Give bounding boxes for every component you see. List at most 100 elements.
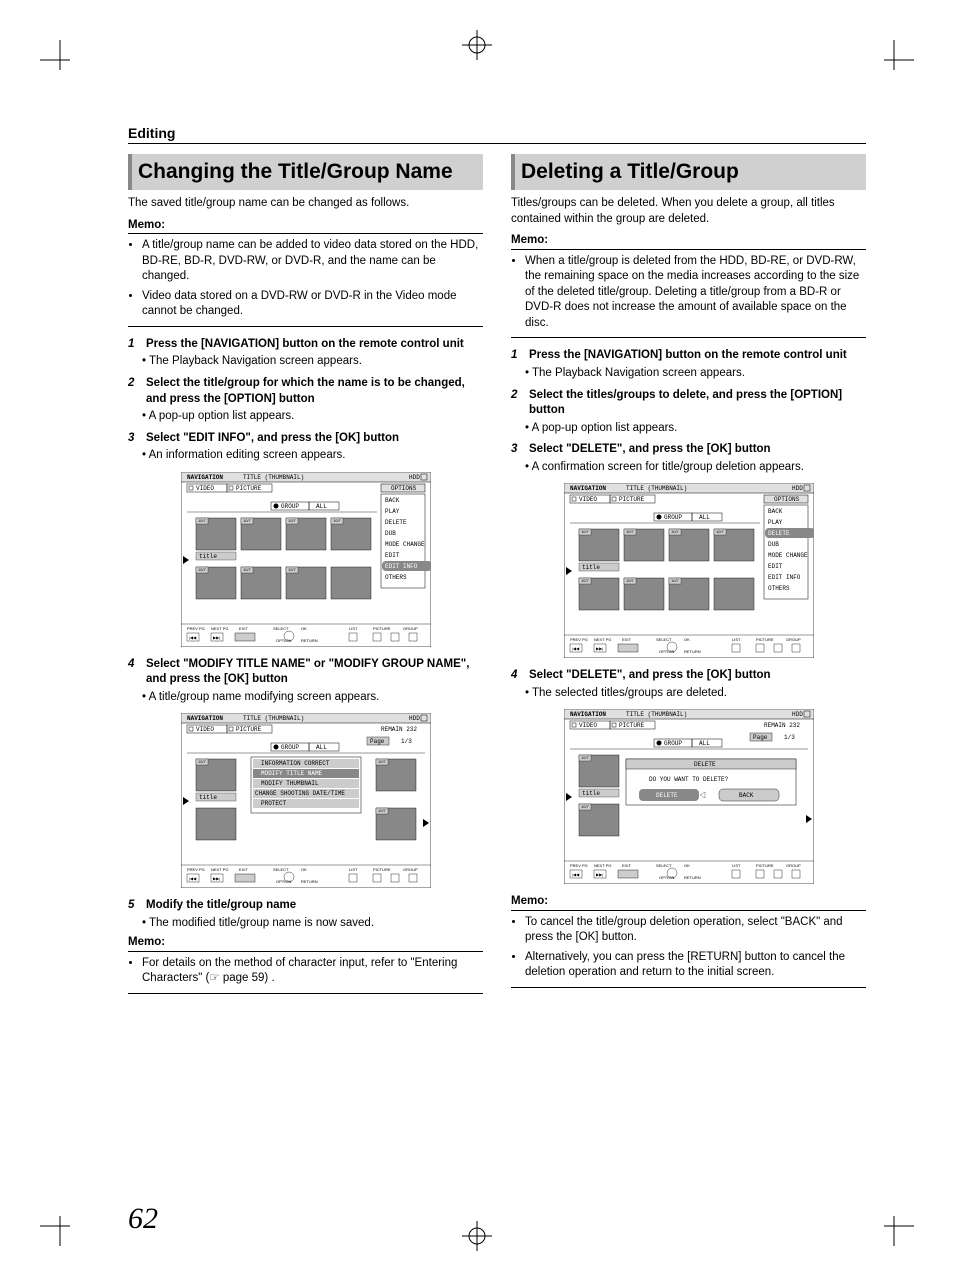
heading-change-title: Changing the Title/Group Name <box>128 154 483 190</box>
svg-text:HDD: HDD <box>409 474 420 481</box>
svg-text:INFORMATION CORRECT: INFORMATION CORRECT <box>261 760 330 767</box>
svg-text:|◀◀: |◀◀ <box>189 876 197 881</box>
svg-text:title: title <box>582 790 600 797</box>
step-text: Select "DELETE", and press the [OK] butt… <box>529 442 771 458</box>
svg-text:▶▶|: ▶▶| <box>213 876 220 881</box>
step-text: Select the title/group for which the nam… <box>146 376 483 407</box>
step-3: 3Select "EDIT INFO", and press the [OK] … <box>128 431 483 447</box>
svg-text:DELETE: DELETE <box>768 530 790 537</box>
svg-text:TITLE (THUMBNAIL): TITLE (THUMBNAIL) <box>243 474 304 481</box>
memo-rule <box>511 910 866 911</box>
svg-text:LIST: LIST <box>349 867 358 872</box>
svg-text:DUB: DUB <box>385 530 396 537</box>
step-num: 2 <box>511 388 523 419</box>
page-number: 62 <box>128 1202 158 1236</box>
svg-text:ALL: ALL <box>699 514 710 521</box>
svg-text:PREV PG: PREV PG <box>187 626 205 631</box>
svg-text:10/7: 10/7 <box>198 518 207 523</box>
svg-text:REMAIN 232: REMAIN 232 <box>764 722 800 729</box>
step-4: 4Select "MODIFY TITLE NAME" or "MODIFY G… <box>128 657 483 688</box>
step-text: Select the titles/groups to delete, and … <box>529 388 866 419</box>
crop-mark-br <box>874 1206 914 1246</box>
svg-text:LIST: LIST <box>732 863 741 868</box>
svg-text:10/7: 10/7 <box>378 808 387 813</box>
svg-text:RETURN: RETURN <box>301 879 318 884</box>
svg-text:DELETE: DELETE <box>385 519 407 526</box>
svg-text:PLAY: PLAY <box>768 519 783 526</box>
memo-list: For details on the method of character i… <box>128 956 483 987</box>
svg-text:1/3: 1/3 <box>784 734 795 741</box>
step-note: The Playback Navigation screen appears. <box>525 366 866 382</box>
svg-text:10/7: 10/7 <box>333 518 342 523</box>
svg-text:OK: OK <box>684 863 690 868</box>
svg-text:PICTURE: PICTURE <box>619 496 645 503</box>
svg-text:OTHERS: OTHERS <box>768 585 790 592</box>
svg-text:NEXT PG: NEXT PG <box>211 626 229 631</box>
svg-text:DUB: DUB <box>768 541 779 548</box>
svg-text:RETURN: RETURN <box>301 638 318 643</box>
svg-text:GROUP: GROUP <box>281 503 299 510</box>
step-5: 5Modify the title/group name <box>128 898 483 914</box>
svg-text:▶▶|: ▶▶| <box>596 872 603 877</box>
memo-item: For details on the method of character i… <box>142 956 483 987</box>
svg-text:SELECT: SELECT <box>656 637 672 642</box>
step-note: An information editing screen appears. <box>142 448 483 464</box>
svg-text:title: title <box>199 553 217 560</box>
svg-text:RETURN: RETURN <box>684 649 701 654</box>
step-num: 3 <box>128 431 140 447</box>
svg-text:GROUP: GROUP <box>281 744 299 751</box>
svg-text:NEXT PG: NEXT PG <box>594 637 612 642</box>
section-header: Editing <box>128 125 866 144</box>
step-text: Press the [NAVIGATION] button on the rem… <box>529 348 847 364</box>
svg-text:PLAY: PLAY <box>385 508 400 515</box>
svg-text:OPTION: OPTION <box>659 649 674 654</box>
svg-text:GROUP: GROUP <box>786 637 801 642</box>
step-1: 1Press the [NAVIGATION] button on the re… <box>128 337 483 353</box>
svg-text:OPTION: OPTION <box>276 879 291 884</box>
svg-text:REMAIN 232: REMAIN 232 <box>381 726 417 733</box>
registration-mark-bottom <box>462 1221 492 1256</box>
svg-text:LIST: LIST <box>732 637 741 642</box>
svg-text:MODIFY THUMBNAIL: MODIFY THUMBNAIL <box>261 780 319 787</box>
svg-text:OK: OK <box>301 626 307 631</box>
step-text: Select "DELETE", and press the [OK] butt… <box>529 668 771 684</box>
svg-text:10/7: 10/7 <box>198 567 207 572</box>
svg-text:MODE CHANGE: MODE CHANGE <box>768 552 808 559</box>
svg-text:10/7: 10/7 <box>626 578 635 583</box>
step-num: 5 <box>128 898 140 914</box>
svg-text:ALL: ALL <box>316 503 327 510</box>
svg-text:PREV PG: PREV PG <box>570 637 588 642</box>
step-num: 4 <box>128 657 140 688</box>
memo-label: Memo: <box>128 935 483 951</box>
memo-list: When a title/group is deleted from the H… <box>511 254 866 332</box>
left-column: Changing the Title/Group Name The saved … <box>128 154 483 1004</box>
svg-text:MODIFY TITLE NAME: MODIFY TITLE NAME <box>261 770 323 777</box>
svg-text:|◀◀: |◀◀ <box>572 646 580 651</box>
svg-text:Page: Page <box>370 738 385 745</box>
step-2: 2Select the title/group for which the na… <box>128 376 483 407</box>
svg-text:ALL: ALL <box>699 740 710 747</box>
svg-text:VIDEO: VIDEO <box>579 722 597 729</box>
svg-text:CHANGE SHOOTING DATE/TIME: CHANGE SHOOTING DATE/TIME <box>255 790 345 797</box>
memo-list: To cancel the title/group deletion opera… <box>511 915 866 981</box>
svg-text:title: title <box>199 794 217 801</box>
svg-text:MODE CHANGE: MODE CHANGE <box>385 541 425 548</box>
step-note: The Playback Navigation screen appears. <box>142 354 483 370</box>
svg-text:NEXT PG: NEXT PG <box>211 867 229 872</box>
svg-text:EDIT: EDIT <box>385 552 400 559</box>
svg-text:10/7: 10/7 <box>581 804 590 809</box>
memo-label: Memo: <box>511 894 866 910</box>
step-3: 3Select "DELETE", and press the [OK] but… <box>511 442 866 458</box>
svg-text:TITLE (THUMBNAIL): TITLE (THUMBNAIL) <box>243 715 304 722</box>
memo-item: To cancel the title/group deletion opera… <box>525 915 866 946</box>
heading-delete-title: Deleting a Title/Group <box>511 154 866 190</box>
svg-text:LIST: LIST <box>349 626 358 631</box>
svg-text:OPTION: OPTION <box>276 638 291 643</box>
memo-list: A title/group name can be added to video… <box>128 238 483 320</box>
step-num: 1 <box>128 337 140 353</box>
svg-text:10/7: 10/7 <box>671 529 680 534</box>
svg-text:EXIT: EXIT <box>622 863 631 868</box>
step-num: 4 <box>511 668 523 684</box>
svg-text:PICTURE: PICTURE <box>619 722 645 729</box>
svg-text:|◀◀: |◀◀ <box>572 872 580 877</box>
